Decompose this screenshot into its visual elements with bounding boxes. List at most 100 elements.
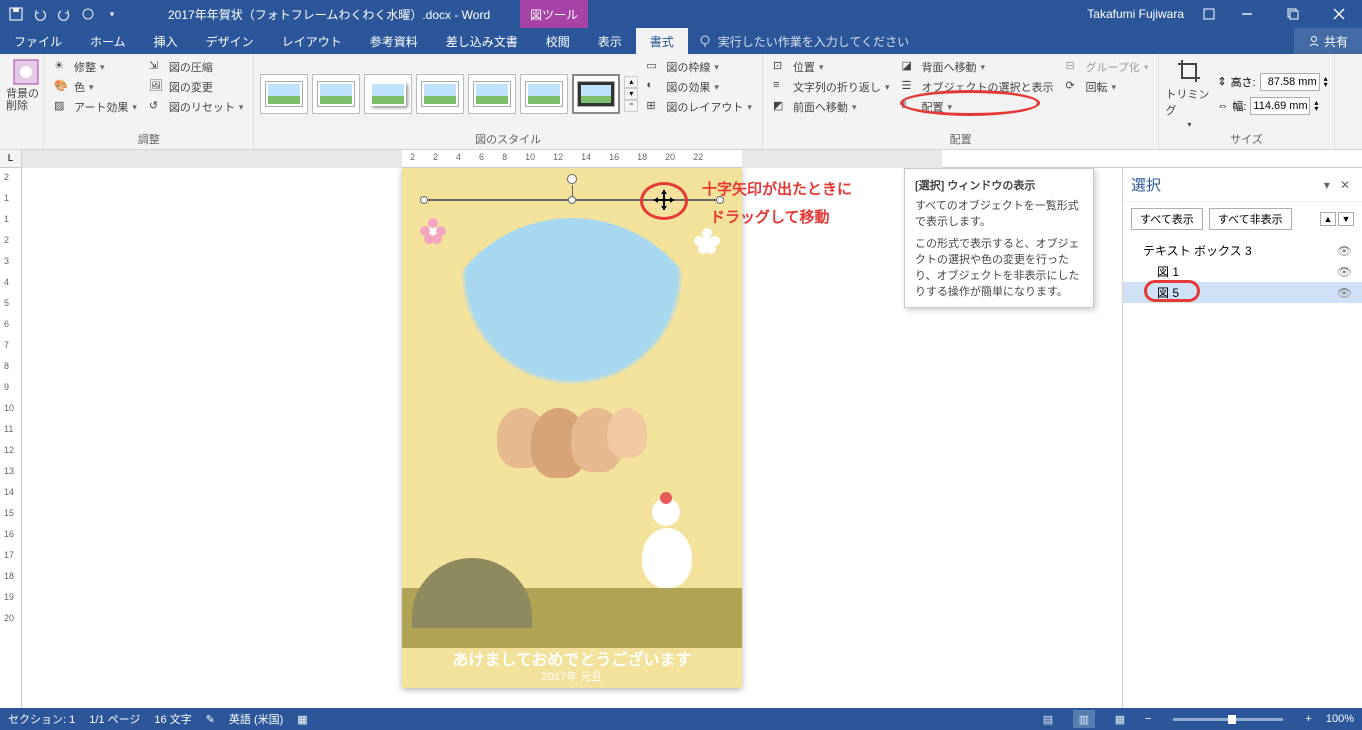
selection-item-label: 図 5	[1157, 284, 1179, 301]
annotation-text-1: 十字矢印が出たときに	[702, 178, 852, 199]
tab-mailings[interactable]: 差し込み文書	[432, 28, 532, 54]
pane-dropdown-icon[interactable]: ▾	[1318, 178, 1336, 192]
gallery-down-icon[interactable]: ▾	[624, 88, 638, 100]
rotate-button[interactable]: ⟳回転	[1061, 78, 1152, 96]
hide-all-button[interactable]: すべて非表示	[1209, 208, 1292, 230]
redo-icon[interactable]	[56, 6, 72, 22]
user-name[interactable]: Takafumi Fujiwara	[1077, 7, 1194, 21]
position-button[interactable]: ⊡位置	[769, 58, 894, 76]
minimize-button[interactable]	[1224, 0, 1270, 28]
artistic-effects-button[interactable]: ▨アート効果	[50, 98, 141, 116]
account-icon[interactable]	[1194, 7, 1224, 21]
status-spellcheck-icon[interactable]: ✎	[206, 713, 215, 726]
undo-icon[interactable]	[32, 6, 48, 22]
picture-style-5[interactable]	[468, 74, 516, 114]
tab-references[interactable]: 参考資料	[356, 28, 432, 54]
zoom-slider[interactable]	[1173, 718, 1283, 721]
sel-pane-label: オブジェクトの選択と表示	[921, 79, 1053, 95]
zoom-level[interactable]: 100%	[1326, 713, 1354, 725]
tab-review[interactable]: 校閲	[532, 28, 584, 54]
crop-button[interactable]: トリミング ▾	[1165, 58, 1213, 129]
width-input[interactable]	[1250, 97, 1310, 115]
align-button[interactable]: ⫴配置	[897, 98, 1057, 116]
picture-style-2[interactable]	[312, 74, 360, 114]
qat-more-icon[interactable]: ▾	[104, 6, 120, 22]
status-macro-icon[interactable]: ▦	[297, 713, 307, 726]
tab-view[interactable]: 表示	[584, 28, 636, 54]
zoom-in-button[interactable]: +	[1305, 713, 1311, 725]
show-all-button[interactable]: すべて表示	[1131, 208, 1203, 230]
picture-style-3[interactable]	[364, 74, 412, 114]
crop-label: トリミング	[1165, 86, 1213, 118]
group-size-label: サイズ	[1165, 129, 1327, 147]
rooster-decoration	[632, 498, 702, 598]
reset-picture-button[interactable]: ↺図のリセット	[145, 98, 248, 116]
tab-insert[interactable]: 挿入	[140, 28, 192, 54]
picture-style-7[interactable]	[572, 74, 620, 114]
bring-forward-button[interactable]: ◩前面へ移動	[769, 98, 894, 116]
selection-pane-item[interactable]: 図 1👁	[1123, 261, 1362, 282]
color-button[interactable]: 🎨色	[50, 78, 141, 96]
picture-styles-gallery[interactable]: ▴ ▾ ⁼	[260, 58, 638, 129]
save-icon[interactable]	[8, 6, 24, 22]
view-read-mode[interactable]: ▤	[1037, 710, 1059, 728]
selection-pane-button[interactable]: ☰オブジェクトの選択と表示	[897, 78, 1057, 96]
remove-background-button[interactable]: 背景の削除	[6, 58, 46, 112]
close-button[interactable]	[1316, 0, 1362, 28]
group-objects-button[interactable]: ⊟グループ化	[1061, 58, 1152, 76]
selection-pane-item[interactable]: テキスト ボックス 3👁	[1123, 240, 1362, 261]
status-page[interactable]: 1/1 ページ	[89, 711, 140, 727]
picture-layout-button[interactable]: ⊞図のレイアウト	[642, 98, 756, 116]
move-up-button[interactable]: ▲	[1320, 212, 1336, 226]
front-icon: ◩	[773, 99, 789, 115]
picture-border-button[interactable]: ▭図の枠線	[642, 58, 756, 76]
gallery-up-icon[interactable]: ▴	[624, 76, 638, 88]
zoom-out-button[interactable]: −	[1145, 713, 1151, 725]
touch-mode-icon[interactable]	[80, 6, 96, 22]
pic-layout-label: 図のレイアウト	[666, 99, 743, 115]
change-picture-button[interactable]: 🖼図の変更	[145, 78, 248, 96]
visibility-toggle-icon[interactable]: 👁	[1337, 265, 1352, 279]
height-input[interactable]	[1260, 73, 1320, 91]
view-web-layout[interactable]: ▦	[1109, 710, 1131, 728]
document-canvas[interactable]: あけましておめでとうございます 2017年 元旦 十字矢印が出たときに ドラッグ…	[22, 168, 1122, 726]
tell-me-search[interactable]: 実行したい作業を入力してください	[688, 28, 919, 54]
selection-bar[interactable]	[402, 196, 742, 204]
view-print-layout[interactable]: ▥	[1073, 710, 1095, 728]
picture-style-6[interactable]	[520, 74, 568, 114]
status-section[interactable]: セクション: 1	[8, 711, 75, 727]
picture-effects-button[interactable]: ◐図の効果	[642, 78, 756, 96]
rotate-handle[interactable]	[567, 174, 577, 184]
horizontal-ruler[interactable]: 2246810121416182022	[22, 150, 1362, 168]
share-button[interactable]: 共有	[1294, 28, 1362, 54]
artistic-label: アート効果	[74, 99, 128, 115]
height-label: 高さ:	[1231, 74, 1256, 90]
corrections-button[interactable]: ☀修整	[50, 58, 141, 76]
selection-pane-item[interactable]: 図 5 👁	[1123, 282, 1362, 303]
visibility-toggle-icon[interactable]: 👁	[1337, 286, 1352, 300]
spinner-icon[interactable]: ▴▾	[1314, 100, 1318, 111]
wrap-text-button[interactable]: ≡文字列の折り返し	[769, 78, 894, 96]
compress-pictures-button[interactable]: ⇲図の圧縮	[145, 58, 248, 76]
visibility-toggle-icon[interactable]: 👁	[1337, 244, 1352, 258]
tab-file[interactable]: ファイル	[0, 28, 76, 54]
status-words[interactable]: 16 文字	[154, 711, 191, 727]
gallery-more-icon[interactable]: ⁼	[624, 100, 638, 112]
spinner-icon[interactable]: ▴▾	[1324, 76, 1328, 87]
reset-pic-label: 図のリセット	[169, 99, 235, 115]
picture-style-1[interactable]	[260, 74, 308, 114]
send-backward-button[interactable]: ◪背面へ移動	[897, 58, 1057, 76]
palette-icon: 🎨	[54, 79, 70, 95]
effects-icon: ▨	[54, 99, 70, 115]
maximize-button[interactable]	[1270, 0, 1316, 28]
tab-format[interactable]: 書式	[636, 28, 688, 54]
vertical-ruler[interactable]: 211234567891011121314151617181920	[0, 168, 22, 726]
pane-close-button[interactable]: ✕	[1336, 178, 1354, 192]
move-down-button[interactable]: ▼	[1338, 212, 1354, 226]
tab-design[interactable]: デザイン	[192, 28, 268, 54]
picture-style-4[interactable]	[416, 74, 464, 114]
tab-home[interactable]: ホーム	[76, 28, 140, 54]
tab-layout[interactable]: レイアウト	[268, 28, 356, 54]
status-language[interactable]: 英語 (米国)	[229, 711, 283, 727]
wrap-icon: ≡	[773, 79, 789, 95]
